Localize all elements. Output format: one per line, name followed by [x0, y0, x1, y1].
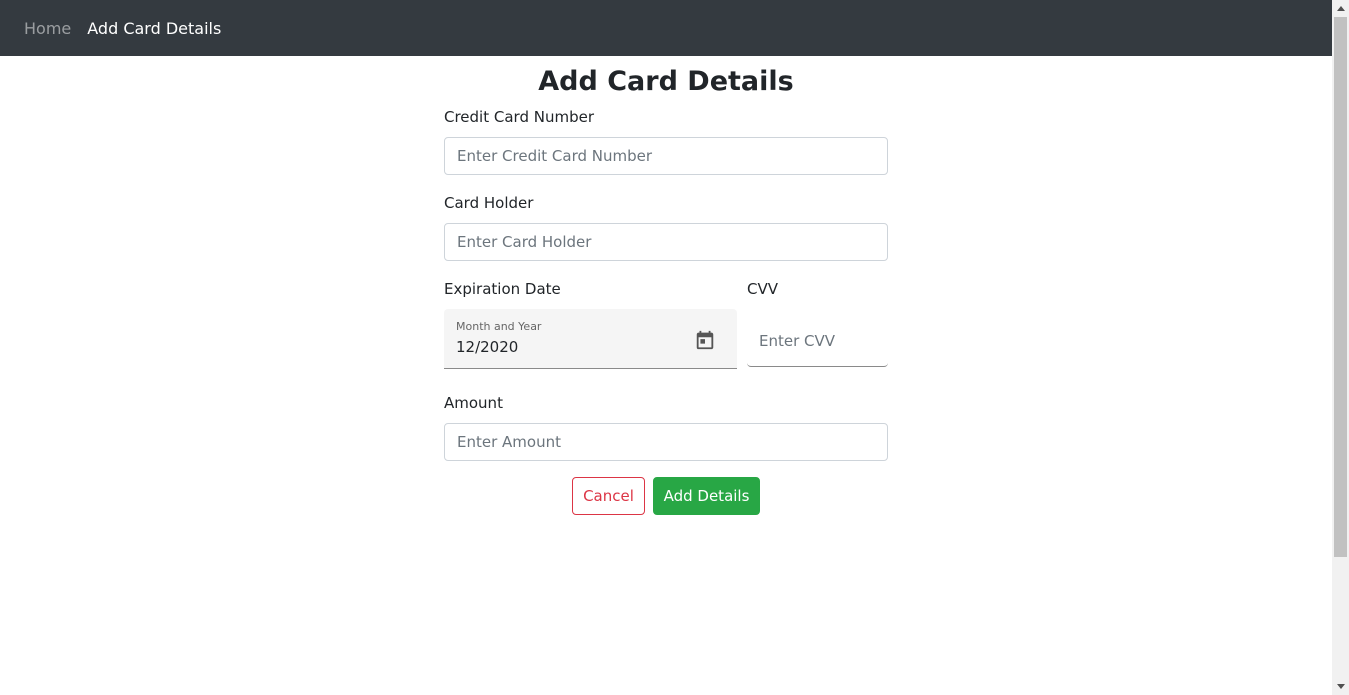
vertical-scrollbar[interactable] [1332, 0, 1349, 695]
add-details-button[interactable]: Add Details [653, 477, 760, 515]
calendar-icon[interactable] [694, 329, 716, 351]
cvv-label: CVV [747, 280, 778, 298]
expiration-date-value: 12/2020 [456, 338, 519, 356]
scrollbar-thumb[interactable] [1334, 17, 1347, 557]
nav-add-card-link[interactable]: Add Card Details [87, 19, 221, 38]
scroll-down-arrow-icon[interactable] [1332, 678, 1349, 695]
expiration-date-picker[interactable]: Month and Year 12/2020 [444, 309, 737, 369]
card-holder-input[interactable] [444, 223, 888, 261]
amount-label: Amount [444, 394, 503, 412]
top-navbar: Home Add Card Details [0, 0, 1332, 56]
card-number-input[interactable] [444, 137, 888, 175]
expiration-date-label: Expiration Date [444, 280, 561, 298]
scroll-up-arrow-icon[interactable] [1332, 0, 1349, 17]
amount-input[interactable] [444, 423, 888, 461]
month-year-label: Month and Year [456, 320, 542, 333]
cvv-input[interactable] [747, 316, 888, 367]
nav-home-link[interactable]: Home [24, 19, 71, 38]
page-title: Add Card Details [538, 66, 794, 97]
cancel-button[interactable]: Cancel [572, 477, 645, 515]
card-number-label: Credit Card Number [444, 108, 594, 126]
card-holder-label: Card Holder [444, 194, 534, 212]
